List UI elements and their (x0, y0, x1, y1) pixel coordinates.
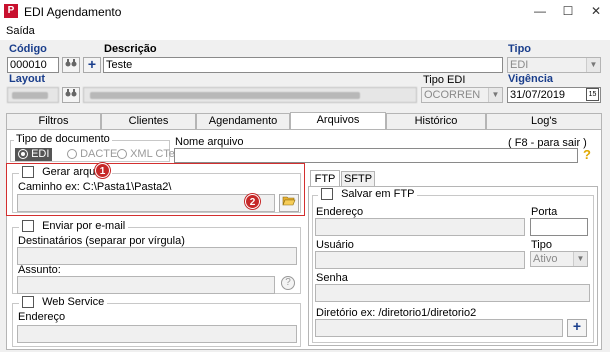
layout-code-input[interactable] (7, 87, 59, 103)
descricao-input[interactable]: Teste (103, 57, 503, 73)
tab-agendamento[interactable]: Agendamento (196, 113, 290, 129)
usuario-input[interactable] (315, 251, 525, 269)
help-icon[interactable]: ? (583, 147, 591, 162)
menu-saida[interactable]: Saída (6, 25, 35, 37)
web-service-check-icon (22, 296, 34, 309)
layout-description-input (83, 87, 417, 103)
tipo-ftp-label: Tipo (531, 239, 552, 251)
assunto-input[interactable] (17, 276, 275, 294)
maximize-button[interactable]: ☐ (556, 2, 580, 20)
porta-input[interactable] (530, 218, 588, 236)
tipo-documento-label: Tipo de documento (14, 133, 112, 145)
vigencia-label: Vigência (508, 73, 554, 85)
folder-open-icon (282, 196, 296, 206)
tab-bar: Filtros Clientes Agendamento Arquivos Hi… (6, 112, 602, 130)
add-button[interactable]: + (83, 57, 101, 73)
codigo-label: Código (9, 43, 47, 55)
endereco-label: Endereço (316, 206, 364, 218)
enviar-email-check-icon (22, 220, 34, 233)
endereco-input[interactable] (315, 218, 525, 236)
close-button[interactable]: ✕ (584, 2, 608, 20)
tipo-label: Tipo (508, 43, 532, 55)
layout-label: Layout (9, 73, 46, 85)
nome-arquivo-input[interactable] (174, 148, 578, 163)
web-service-checkbox[interactable]: Web Service (19, 296, 108, 309)
calendar-icon[interactable]: 15 (586, 88, 599, 101)
radio-edi-icon (18, 149, 28, 160)
porta-label: Porta (531, 206, 558, 218)
caminho-label: Caminho ex: C:\Pasta1\Pasta2\ (18, 181, 172, 193)
binoculars-icon (65, 89, 77, 97)
tab-arquivos[interactable]: Arquivos (290, 112, 386, 130)
descricao-label: Descrição (104, 43, 157, 55)
tab-clientes[interactable]: Clientes (101, 113, 196, 129)
tab-historico[interactable]: Histórico (386, 113, 486, 129)
radio-edi-label: EDI (31, 148, 50, 160)
destinatarios-input[interactable] (17, 247, 297, 265)
tab-logs[interactable]: Log's (486, 113, 602, 129)
radio-xml-cte[interactable]: XML CTe (117, 148, 175, 160)
nome-arquivo-label: Nome arquivo (175, 136, 244, 148)
caminho-input[interactable] (17, 194, 275, 212)
senha-input[interactable] (315, 284, 590, 302)
tab-ftp[interactable]: FTP (310, 170, 340, 187)
tipo-ftp-dropdown-icon: ▼ (573, 252, 587, 266)
assunto-label: Assunto: (18, 264, 61, 276)
tipo-edi-label: Tipo EDI (423, 74, 466, 86)
tab-filtros[interactable]: Filtros (6, 113, 101, 129)
tab-sftp[interactable]: SFTP (341, 171, 375, 187)
radio-xml-label: XML CTe (130, 148, 175, 160)
assunto-help-icon[interactable]: ? (281, 276, 295, 290)
window-title: EDI Agendamento (24, 5, 122, 19)
add-diretorio-button[interactable]: + (567, 319, 587, 337)
radio-dacte-label: DACTE (80, 148, 118, 160)
menu-bar: Saída (0, 22, 610, 40)
diretorio-label: Diretório ex: /diretorio1/diretorio2 (316, 307, 477, 319)
radio-xml-icon (117, 149, 127, 160)
radio-dacte-icon (67, 149, 77, 160)
salvar-ftp-label: Salvar em FTP (341, 188, 415, 200)
gerar-arquivo-check-icon (22, 166, 34, 179)
destinatarios-label: Destinatários (separar por vírgula) (18, 235, 185, 247)
binoculars-icon (65, 59, 77, 67)
tipo-edi-dropdown-icon: ▼ (488, 88, 502, 102)
codigo-input[interactable]: 000010 (7, 57, 59, 73)
title-bar: P EDI Agendamento — ☐ ✕ (0, 0, 610, 22)
badge-1: 1 (95, 163, 110, 178)
layout-search-button[interactable] (62, 87, 80, 103)
diretorio-input[interactable] (315, 319, 563, 337)
minimize-button[interactable]: — (528, 2, 552, 20)
enviar-email-checkbox[interactable]: Enviar por e-mail (19, 220, 129, 233)
badge-2: 2 (245, 194, 260, 209)
app-logo-icon: P (4, 4, 18, 18)
tipo-dropdown-icon: ▼ (586, 58, 600, 72)
enviar-email-label: Enviar por e-mail (42, 220, 126, 232)
search-binoculars-button[interactable] (62, 57, 80, 73)
salvar-ftp-checkbox[interactable]: Salvar em FTP (318, 188, 418, 201)
senha-label: Senha (316, 272, 348, 284)
browse-folder-button[interactable] (279, 194, 299, 212)
radio-edi[interactable]: EDI (15, 148, 53, 161)
endereco-ws-label: Endereço (18, 311, 66, 323)
salvar-ftp-check-icon (321, 188, 333, 201)
endereco-ws-input[interactable] (17, 325, 297, 343)
radio-dacte[interactable]: DACTE (67, 148, 117, 160)
web-service-label: Web Service (42, 296, 105, 308)
usuario-label: Usuário (316, 239, 354, 251)
